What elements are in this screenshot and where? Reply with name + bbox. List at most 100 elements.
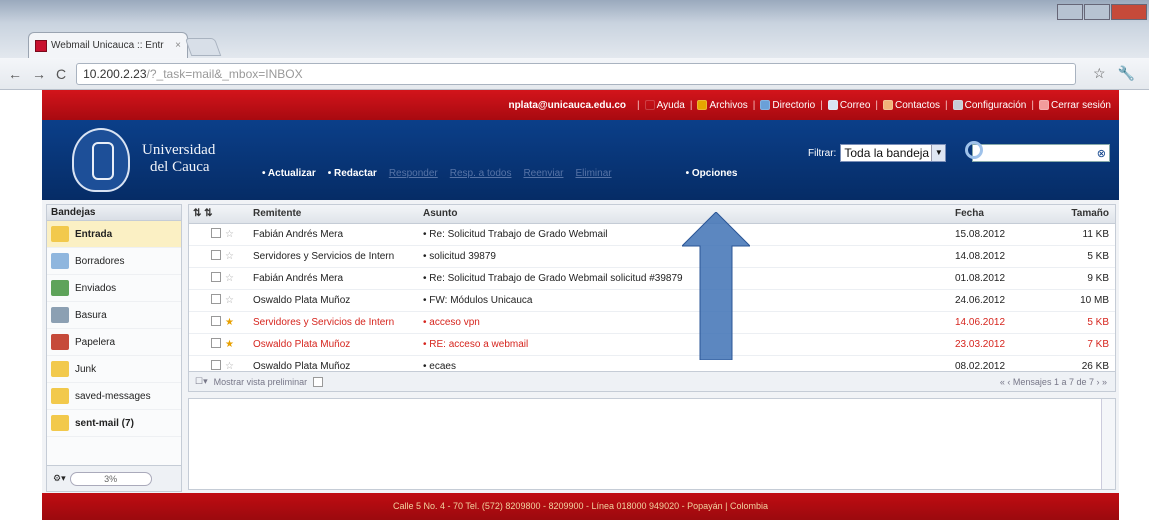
sidebar-item-folder[interactable]: Enviados [47,275,181,302]
row-checkbox[interactable] [211,315,221,326]
contacts-link[interactable]: Contactos [883,100,940,111]
junk-bin-icon [51,307,69,323]
refresh-button[interactable]: • Actualizar [262,168,316,179]
row-date: 01.08.2012 [955,267,1055,290]
sidebar-footer: ⚙▾ 3% [47,465,181,491]
compose-button[interactable]: • Redactar [328,168,377,179]
message-list: ⇅ ⇅ Remitente Asunto Fecha Tamaño ☆ Fabiá… [188,204,1116,392]
preview-scrollbar[interactable] [1101,399,1115,489]
row-checkbox[interactable] [211,337,221,348]
row-checkbox[interactable] [211,227,221,238]
sidebar-item-folder[interactable]: Borradores [47,248,181,275]
university-name: Universidad del Cauca [142,142,216,175]
row-size: 10 MB [1055,289,1115,312]
row-from: Oswaldo Plata Muñoz [253,333,423,356]
forward-icon[interactable]: → [32,66,46,82]
table-row[interactable]: ☆ Servidores y Servicios de Intern • solic… [189,245,1115,268]
tab-favicon-icon [35,39,47,52]
settings-link[interactable]: Configuración [952,100,1026,111]
maximize-icon[interactable] [1084,4,1110,20]
sidebar-item-folder[interactable]: Entrada [47,221,181,248]
bookmark-star-icon[interactable]: ☆ [1093,65,1106,82]
table-row[interactable]: ☆ Fabián Andrés Mera • Re: Solicitud Traba… [189,267,1115,290]
table-row[interactable]: ☆ Fabián Andrés Mera • Re: Solicitud Traba… [189,223,1115,246]
search-icon[interactable] [965,141,983,159]
files-link[interactable]: Archivos [697,100,748,111]
preview-pane [188,398,1116,490]
quota-indicator: 3% [69,471,152,486]
sidebar-item-label: Basura [75,309,107,321]
star-icon[interactable]: ☆ [225,361,234,372]
address-bar[interactable]: 10.200.2.23 /?_task=mail&_mbox=INBOX [76,62,1077,85]
filter-select[interactable]: Toda la bandeja ▼ [840,144,947,162]
files-icon [697,100,708,110]
star-icon[interactable]: ☆ [225,229,234,240]
column-size[interactable]: Tamaño [1055,205,1115,224]
close-window-icon[interactable] [1111,4,1147,20]
column-date[interactable]: Fecha [955,205,1055,224]
app-header: Universidad del Cauca • Actualizar • Red… [42,120,1119,200]
sidebar-item-folder[interactable]: sent-mail (7) [47,410,181,437]
star-icon[interactable]: ☆ [225,295,234,306]
search-input[interactable]: ⊗ [965,141,1110,162]
page-footer: Calle 5 No. 4 - 70 Tel. (572) 8209800 - … [42,493,1119,520]
minimize-icon[interactable] [1057,4,1083,20]
url-host: 10.200.2.23 [83,66,147,81]
table-row[interactable]: ★ Oswaldo Plata Muñoz • RE: acceso a webma… [189,333,1115,356]
inbox-icon [51,226,69,242]
row-checkbox[interactable] [211,271,221,282]
star-icon[interactable]: ☆ [225,273,234,284]
table-row[interactable]: ★ Servidores y Servicios de Intern • acces… [189,311,1115,334]
star-icon[interactable]: ★ [225,317,234,328]
directory-icon [760,100,771,110]
page-nav: « ‹ Mensajes 1 a 7 de 7 › » [999,376,1107,387]
star-icon[interactable]: ★ [225,339,234,350]
help-link[interactable]: Ayuda [644,100,685,111]
column-from[interactable]: Remitente [253,205,423,224]
delete-button[interactable]: Eliminar [575,168,611,179]
row-checkbox[interactable] [211,293,221,304]
sidebar-item-folder[interactable]: Junk [47,356,181,383]
list-footer: ☐▾ Mostrar vista preliminar « ‹ Mensajes… [189,371,1115,391]
reply-button[interactable]: Responder [389,168,438,179]
close-tab-icon[interactable]: × [175,40,181,51]
directory-link[interactable]: Directorio [760,100,815,111]
options-button[interactable]: • Opciones [686,168,738,179]
drafts-icon [51,253,69,269]
sidebar-item-folder[interactable]: Basura [47,302,181,329]
chevron-down-icon: ▼ [931,145,946,161]
logout-link[interactable]: Cerrar sesión [1038,100,1111,111]
sidebar-item-folder[interactable]: Papelera [47,329,181,356]
forward-button[interactable]: Reenviar [523,168,563,179]
toolbar-spacer [624,168,674,179]
select-icon[interactable]: ☐▾ [195,376,208,387]
contacts-icon [883,100,893,110]
folder-actions-gear-icon[interactable]: ⚙▾ [53,473,66,484]
folder-sidebar: Bandejas Entrada Borradores Enviados Basura… [46,204,182,492]
mail-link[interactable]: Correo [827,100,870,111]
preview-checkbox[interactable] [313,376,324,387]
search-reset-icon[interactable]: ⊗ [1097,147,1106,160]
star-icon[interactable]: ☆ [225,251,234,262]
url-path: /?_task=mail&_mbox=INBOX [146,66,303,81]
table-row[interactable]: ☆ Oswaldo Plata Muñoz • FW: Módulos Unicau… [189,289,1115,312]
row-size: 5 KB [1055,311,1115,334]
reply-all-button[interactable]: Resp. a todos [450,168,512,179]
new-tab-button[interactable] [184,38,222,56]
sidebar-item-folder[interactable]: saved-messages [47,383,181,410]
reload-icon[interactable]: C [56,66,66,82]
user-email: nplata@unicauca.edu.co [508,99,627,111]
university-logo [72,128,130,192]
wrench-icon[interactable]: 🔧 [1118,65,1135,82]
back-icon[interactable]: ← [8,66,22,82]
browser-tab[interactable]: Webmail Unicauca :: Entr × [28,32,188,58]
sidebar-item-label: Junk [75,363,97,375]
filter-label: Filtrar: [808,147,837,159]
row-date: 24.06.2012 [955,289,1055,312]
thread-toggle-icon[interactable]: ⇅ ⇅ [189,205,225,224]
row-size: 7 KB [1055,333,1115,356]
tab-title: Webmail Unicauca :: Entr [51,40,164,51]
sidebar-item-label: Enviados [75,282,117,294]
row-checkbox[interactable] [211,359,221,370]
row-checkbox[interactable] [211,249,221,260]
